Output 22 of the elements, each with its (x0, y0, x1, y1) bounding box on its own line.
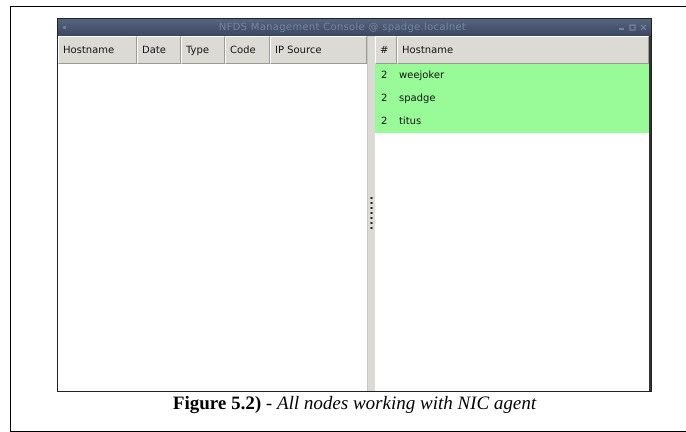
window-menu-icon[interactable] (62, 25, 67, 30)
column-header[interactable]: Hostname (397, 36, 649, 64)
maximize-icon[interactable] (629, 24, 636, 31)
hostname-cell-text: weejoker (398, 70, 444, 81)
column-header[interactable]: Code (225, 36, 270, 64)
hostname-cell-text: spadge (398, 93, 436, 104)
window-title: NFDS Management Console @ spadge.localnet (218, 22, 468, 33)
node-row[interactable]: 2 spadge (375, 87, 649, 110)
figure-caption: Figure 5.2) - All nodes working with NIC agent (172, 393, 536, 415)
close-icon[interactable] (640, 24, 647, 31)
count-cell-text: 2 (380, 93, 388, 104)
column-header[interactable]: Type (181, 36, 225, 64)
column-header[interactable]: Hostname (58, 36, 137, 64)
node-row[interactable]: 2 titus (375, 110, 649, 133)
hostname-cell-text: titus (398, 116, 422, 127)
count-cell-text: 2 (380, 116, 388, 127)
count-cell-text: 2 (380, 70, 388, 81)
splitter-handle[interactable] (367, 36, 375, 391)
column-header[interactable]: Date (137, 36, 181, 64)
node-row[interactable]: 2 weejoker (375, 64, 649, 87)
column-header[interactable]: IP Source (270, 36, 367, 64)
column-header[interactable]: # (375, 36, 397, 64)
